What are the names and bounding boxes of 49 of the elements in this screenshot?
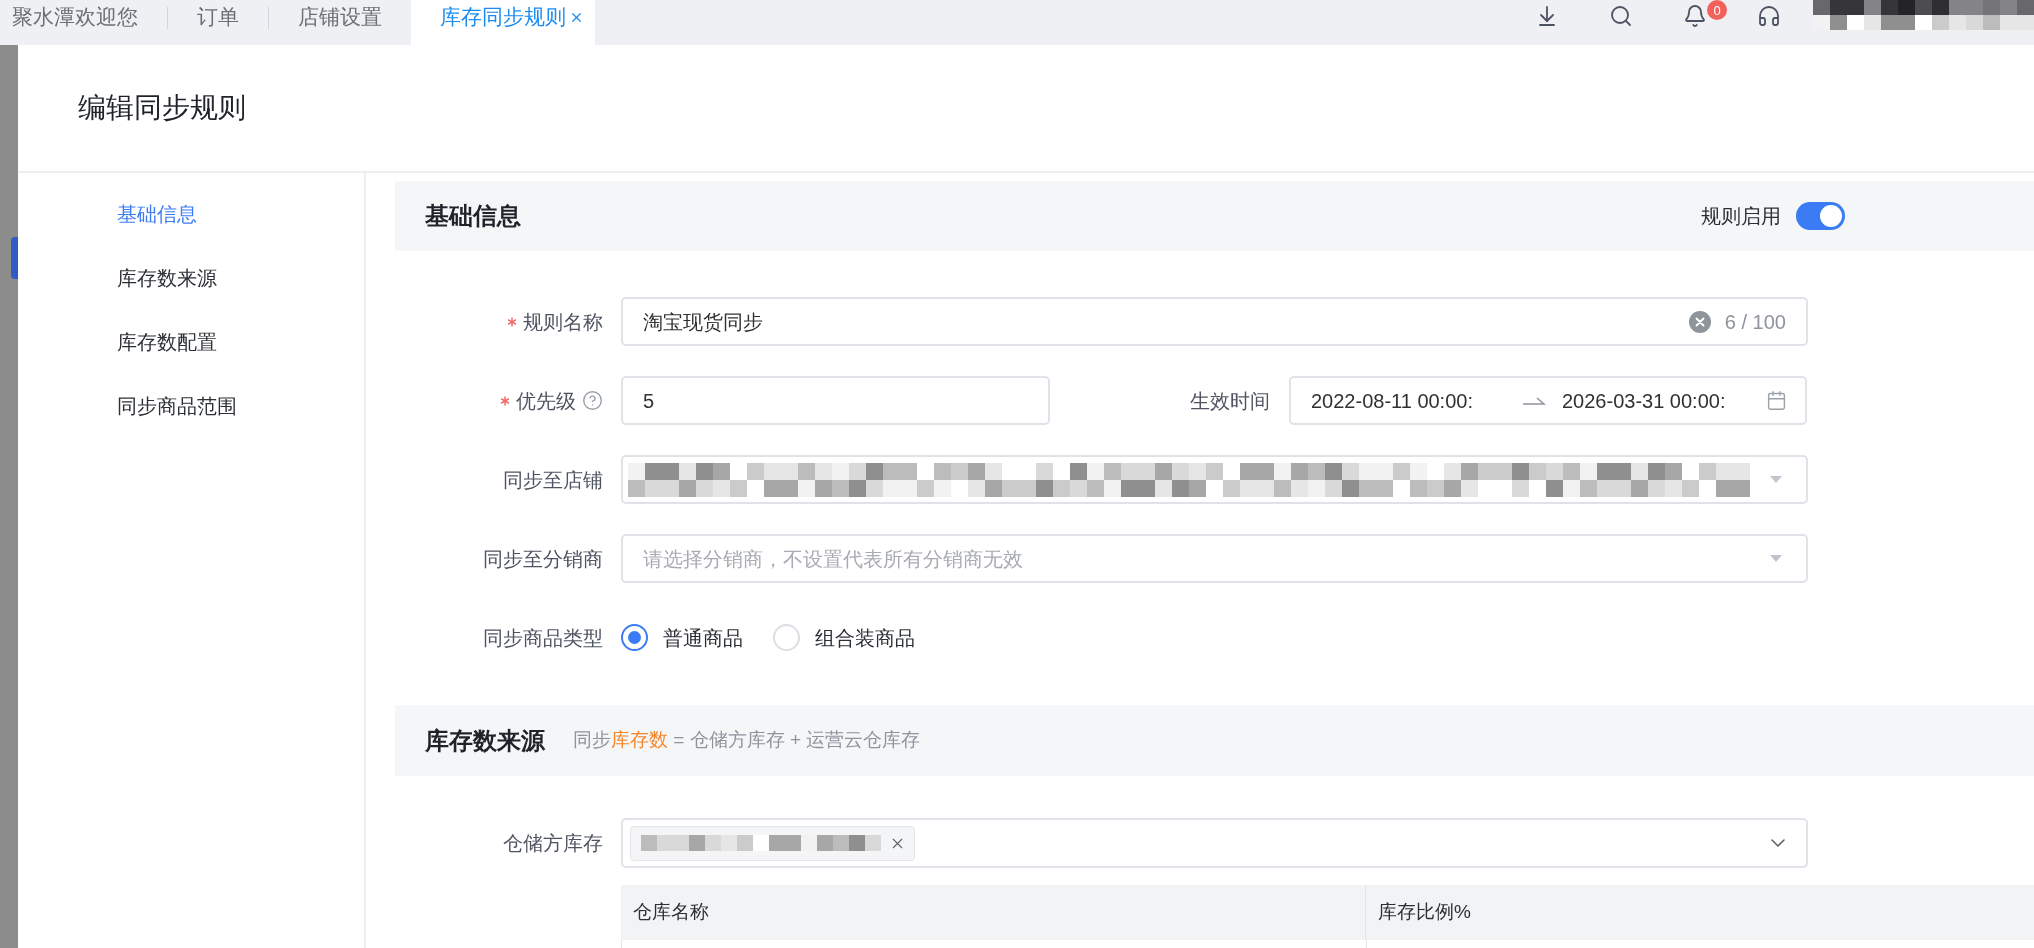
radio-option[interactable]: 组合装商品 [773, 622, 915, 653]
tab[interactable]: 店铺设置 [269, 0, 411, 45]
nav-item[interactable]: 基础信息 [18, 182, 364, 246]
end-date: 2026-03-31 00:00: [1562, 388, 1726, 414]
field-label: 同步至店铺 [503, 467, 603, 493]
table-header-cell-text: 库存比例% [1377, 900, 1472, 925]
field-label: 生效时间 [1190, 388, 1270, 414]
caret-icon [1770, 476, 1782, 483]
radio-icon[interactable] [621, 624, 648, 651]
tab[interactable]: 库存同步规则 [411, 0, 595, 45]
placeholder-text: 请选择分销商，不设置代表所有分销商无效 [643, 546, 1023, 572]
search-icon[interactable] [1609, 4, 1633, 28]
input-value: 5 [643, 388, 655, 414]
nav-item[interactable]: 库存数配置 [18, 310, 364, 374]
select-field[interactable] [621, 455, 1808, 504]
radio-option[interactable]: 普通商品 [621, 622, 743, 653]
bell-icon[interactable] [1683, 4, 1707, 28]
table-header-cell: 仓库名称 [621, 885, 1366, 940]
toggle-label: 规则启用 [1701, 204, 1781, 229]
selected-tag[interactable] [630, 825, 915, 861]
toggle-switch[interactable] [1796, 202, 1845, 230]
help-icon[interactable] [582, 390, 603, 411]
field-label: 规则名称 [523, 309, 603, 335]
tab[interactable]: 订单 [168, 0, 268, 45]
input-field[interactable]: 淘宝现货同步 6 / 100 [621, 297, 1808, 346]
highlight-mark [11, 237, 18, 279]
drawer-title: 编辑同步规则 [78, 91, 246, 125]
nav-item[interactable]: 库存数来源 [18, 246, 364, 310]
calendar-icon[interactable] [1766, 390, 1787, 411]
input-field[interactable]: 5 [621, 376, 1050, 425]
notification-count: 0 [1707, 0, 1727, 20]
input-value: 淘宝现货同步 [643, 309, 763, 335]
clear-icon[interactable] [1688, 310, 1711, 333]
close-icon[interactable] [569, 10, 584, 25]
nav-item[interactable]: 同步商品范围 [18, 374, 364, 438]
field-label: 优先级 [516, 388, 576, 414]
start-date: 2022-08-11 00:00: [1311, 388, 1474, 414]
section-title: 基础信息 [425, 201, 521, 231]
section-title: 库存数来源 [425, 725, 545, 756]
character-counter: 6 / 100 [1724, 309, 1786, 335]
date-range-field[interactable]: 2022-08-11 00:00: 2026-03-31 00:00: [1289, 376, 1807, 425]
multi-select-field[interactable] [621, 818, 1808, 868]
formula-text: 同步库存数 = 仓储方库存 + 运营云仓库存 [573, 728, 921, 753]
tab[interactable]: 聚水潭欢迎您 [0, 0, 167, 45]
caret-icon [1770, 555, 1782, 562]
field-label: 同步至分销商 [483, 546, 603, 572]
field-label: 仓储方库存 [503, 831, 603, 856]
headset-icon[interactable] [1757, 4, 1781, 28]
field-label: 同步商品类型 [483, 625, 603, 651]
